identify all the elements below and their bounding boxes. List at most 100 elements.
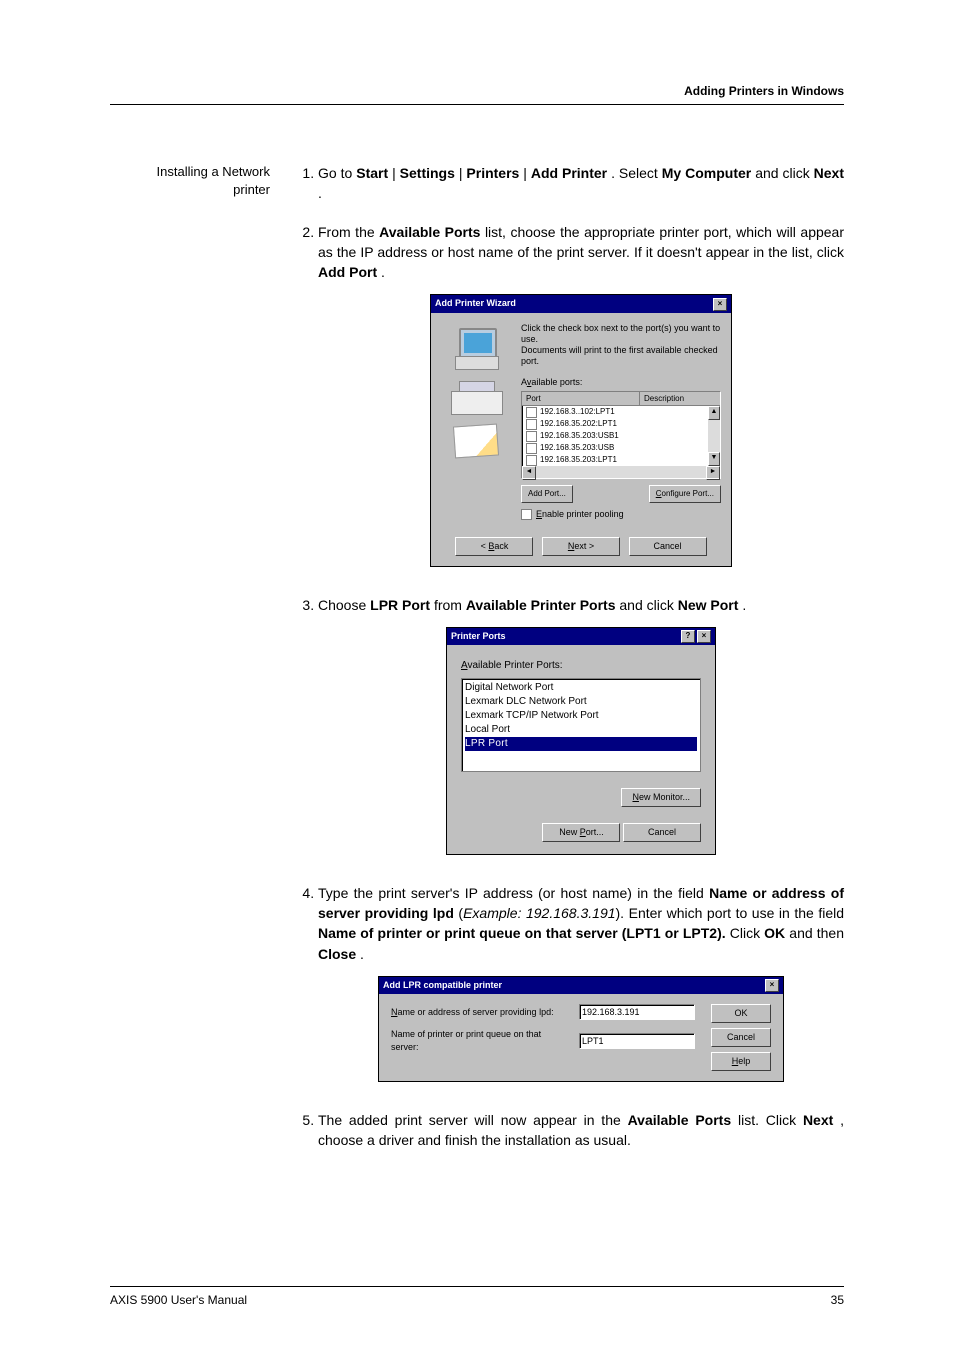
section-header: Adding Printers in Windows xyxy=(110,84,844,105)
d2l-post: vailable Printer Ports: xyxy=(468,660,563,671)
step4-example: Example: 192.168.3.191 xyxy=(463,905,615,921)
list-item[interactable]: 192.168.3..102:LPT1 xyxy=(522,406,708,418)
scroll-left-icon[interactable]: ◄ xyxy=(522,466,536,480)
checkbox-icon[interactable] xyxy=(526,407,537,418)
enable-pooling-row[interactable]: Enable printer pooling xyxy=(521,508,721,521)
kw-availports: Available Ports xyxy=(379,224,480,240)
kw-close: Close xyxy=(318,946,356,962)
dlg1-instr2: Documents will print to the first availa… xyxy=(521,345,718,366)
dlg1-button-row: < Back Next > Cancel xyxy=(431,531,731,566)
dlg-printer-ports: Printer Ports ? × Available Printer Port… xyxy=(446,627,716,855)
help-button[interactable]: Help xyxy=(711,1052,771,1071)
kw-availports2: Available Ports xyxy=(628,1112,732,1128)
footer-page: 35 xyxy=(831,1293,844,1307)
ok-button[interactable]: OK xyxy=(711,1004,771,1023)
kw-addprinter: Add Printer xyxy=(531,165,607,181)
step4-mid2: Click xyxy=(730,925,764,941)
list-item[interactable]: 192.168.35.203:USB1 xyxy=(522,430,708,442)
list-item[interactable]: 192.168.35.203:LPT1 xyxy=(522,454,708,466)
port-4: 192.168.35.203:LPT1 xyxy=(540,454,617,466)
help-icon[interactable]: ? xyxy=(681,630,695,643)
checkbox-icon[interactable] xyxy=(526,431,537,442)
back-post: ack xyxy=(494,541,508,551)
list-item[interactable]: 192.168.35.203:USB xyxy=(522,442,708,454)
vertical-scrollbar[interactable]: ▲ ▼ xyxy=(708,406,720,466)
steps-list: Go to Start | Settings | Printers | Add … xyxy=(288,163,844,1151)
h-post: elp xyxy=(738,1056,750,1066)
new-monitor-button[interactable]: New Monitor... xyxy=(621,788,701,807)
list-header: Port Description xyxy=(522,392,720,407)
dlg3-titlebar[interactable]: Add LPR compatible printer × xyxy=(379,977,783,994)
kw-printers: Printers xyxy=(466,165,519,181)
figure-add-printer-wizard: Add Printer Wizard × xyxy=(318,294,844,566)
dlg-add-lpr: Add LPR compatible printer × Name or add… xyxy=(378,976,784,1082)
np-post: ort... xyxy=(586,827,604,837)
checkbox-icon[interactable] xyxy=(526,455,537,466)
new-port-button[interactable]: New Port... xyxy=(542,823,620,842)
np-pre: New xyxy=(559,827,580,837)
list-item[interactable]: Lexmark TCP/IP Network Port xyxy=(465,709,697,723)
step4-end: . xyxy=(360,946,364,962)
step1-text: Go to xyxy=(318,165,356,181)
step1-mid: . Select xyxy=(611,165,662,181)
configure-port-button[interactable]: Configure Port... xyxy=(649,485,721,503)
dlg1-titlebar[interactable]: Add Printer Wizard × xyxy=(431,295,731,312)
step4-text: Type the print server's IP address (or h… xyxy=(318,885,709,901)
list-item[interactable]: Local Port xyxy=(465,723,697,737)
printer-ports-listbox[interactable]: Digital Network Port Lexmark DLC Network… xyxy=(461,678,701,772)
step2-text: From the xyxy=(318,224,379,240)
scroll-up-icon[interactable]: ▲ xyxy=(708,406,720,420)
port-items[interactable]: 192.168.3..102:LPT1 192.168.35.202:LPT1 … xyxy=(522,406,708,466)
kw-ok: OK xyxy=(764,925,785,941)
dlg2-titlebar[interactable]: Printer Ports ? × xyxy=(447,628,715,645)
list-item[interactable]: 192.168.35.202:LPT1 xyxy=(522,418,708,430)
scroll-right-icon[interactable]: ► xyxy=(706,466,720,480)
dlg1-title: Add Printer Wizard xyxy=(435,297,516,310)
port-0: 192.168.3..102:LPT1 xyxy=(540,406,615,418)
kw-next2: Next xyxy=(803,1112,833,1128)
side-heading: Installing a Network printer xyxy=(110,163,288,1169)
close-icon[interactable]: × xyxy=(713,298,727,311)
nm-post: ew Monitor... xyxy=(639,792,690,802)
server-address-input[interactable] xyxy=(579,1004,695,1020)
scroll-down-icon[interactable]: ▼ xyxy=(708,452,720,466)
checkbox-icon[interactable] xyxy=(526,419,537,430)
list-item[interactable]: Lexmark DLC Network Port xyxy=(465,695,697,709)
checkbox-icon[interactable] xyxy=(521,509,532,520)
checkbox-icon[interactable] xyxy=(526,443,537,454)
dlg3-title: Add LPR compatible printer xyxy=(383,979,502,992)
list-item[interactable]: Digital Network Port xyxy=(465,681,697,695)
step3-mid: from xyxy=(434,597,466,613)
side-line1: Installing a Network xyxy=(157,164,270,179)
add-port-button[interactable]: Add Port... xyxy=(521,485,573,503)
kw-newport: New Port xyxy=(678,597,739,613)
sep: | xyxy=(392,165,400,181)
printer-icon xyxy=(451,381,501,415)
next-button[interactable]: Next > xyxy=(542,537,620,556)
cancel-button[interactable]: Cancel xyxy=(629,537,707,556)
kw-start: Start xyxy=(356,165,388,181)
step5-text: The added print server will now appear i… xyxy=(318,1112,628,1128)
step-4: Type the print server's IP address (or h… xyxy=(318,883,844,1082)
available-ports-listbox[interactable]: Port Description 192.168.3..102:LPT1 192… xyxy=(521,391,721,480)
cancel-button[interactable]: Cancel xyxy=(711,1028,771,1047)
kw-mycomputer: My Computer xyxy=(662,165,752,181)
step-3: Choose LPR Port from Available Printer P… xyxy=(318,595,844,855)
page-footer: AXIS 5900 User's Manual 35 xyxy=(110,1286,844,1307)
step1-end: . xyxy=(318,185,322,201)
cancel-button[interactable]: Cancel xyxy=(623,823,701,842)
horizontal-scrollbar[interactable]: ◄ ► xyxy=(522,466,720,478)
kw-lprport: LPR Port xyxy=(370,597,430,613)
back-button[interactable]: < Back xyxy=(455,537,533,556)
documents-icon xyxy=(453,424,499,459)
footer-manual: AXIS 5900 User's Manual xyxy=(110,1293,247,1307)
list-item-selected[interactable]: LPR Port xyxy=(465,737,697,751)
sep: | xyxy=(523,165,531,181)
queue-name-input[interactable] xyxy=(579,1033,695,1049)
step5-mid: list. Click xyxy=(738,1112,803,1128)
l1-post: ame or address of server providing lpd: xyxy=(398,1007,554,1017)
step3-end: . xyxy=(742,597,746,613)
close-icon[interactable]: × xyxy=(697,630,711,643)
close-icon[interactable]: × xyxy=(765,979,779,992)
figure-add-lpr: Add LPR compatible printer × Name or add… xyxy=(318,976,844,1082)
